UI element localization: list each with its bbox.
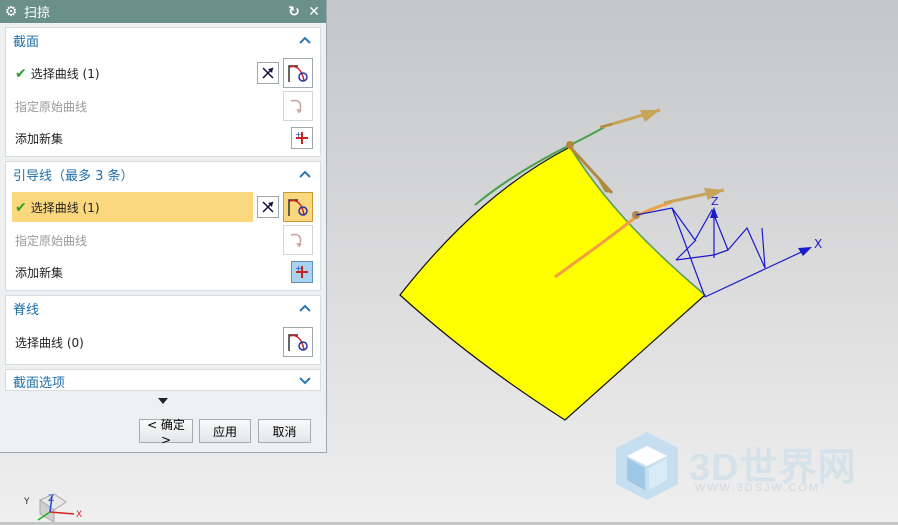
chevron-down-icon[interactable]	[298, 374, 312, 388]
section-header[interactable]: 截面	[6, 28, 320, 52]
wcs-z-label: Z	[711, 195, 719, 208]
chevron-up-icon[interactable]	[298, 301, 312, 315]
wcs-x-label: X	[814, 237, 822, 251]
gear-icon[interactable]: ⚙	[4, 4, 18, 20]
spine-header-label: 脊线	[13, 302, 40, 318]
cancel-button[interactable]: 取消	[258, 419, 311, 443]
section-group: 截面 ✔ 选择曲线 (1) 指定原始曲线 添加新集 +	[5, 27, 321, 157]
spine-select-curve-row[interactable]: 选择曲线 (0)	[9, 327, 317, 357]
guide-header[interactable]: 引导线（最多 3 条）	[6, 162, 320, 186]
section-add-set-label: 添加新集	[15, 131, 64, 146]
sweep-dialog: ⚙ 扫掠 ↻ ✕ 截面 ✔ 选择曲线 (1) 指定原始曲线 添加新集 + 引导线…	[0, 0, 327, 453]
reverse-direction-button[interactable]	[257, 196, 279, 218]
guide-add-set-label: 添加新集	[15, 265, 64, 280]
reset-icon[interactable]: ↻	[286, 4, 302, 20]
triad-z-label: Z	[48, 494, 54, 504]
guide-origin-curve-label: 指定原始曲线	[15, 233, 88, 248]
svg-text:+: +	[295, 130, 302, 139]
section-add-set-row[interactable]: 添加新集 +	[9, 123, 317, 153]
section-select-curve-label: 选择曲线 (1)	[30, 66, 100, 81]
direction-arrow-icon[interactable]	[599, 108, 661, 129]
guide-group: 引导线（最多 3 条） ✔ 选择曲线 (1) 指定原始曲线 添加新集 +	[5, 161, 321, 291]
svg-text:+: +	[295, 264, 302, 273]
chevron-up-icon[interactable]	[298, 167, 312, 181]
section-origin-curve-row[interactable]: 指定原始曲线	[9, 91, 317, 121]
curve-select-button[interactable]	[283, 327, 313, 357]
chevron-up-icon[interactable]	[298, 33, 312, 47]
section-options-group: 截面选项	[5, 369, 321, 391]
watermark: 3D世界网 WWW.3DSJW.COM	[612, 428, 882, 508]
view-triad[interactable]: Y Z X	[14, 490, 94, 523]
guide-select-curve-label: 选择曲线 (1)	[30, 200, 100, 215]
dialog-title: 扫掠	[24, 6, 51, 21]
triad-icon: Y Z X	[23, 493, 82, 523]
spine-select-curve-label: 选择曲线 (0)	[15, 335, 84, 350]
curve-select-button[interactable]	[283, 58, 313, 88]
triad-x-label: X	[76, 510, 82, 520]
add-new-set-button[interactable]: +	[291, 261, 313, 283]
spine-group: 脊线 选择曲线 (0)	[5, 295, 321, 365]
watermark-url: WWW.3DSJW.COM	[695, 482, 820, 494]
ok-button[interactable]: < 确定 >	[139, 418, 193, 447]
wcs-x-arrow-icon	[798, 247, 812, 256]
guide-origin-curve-row[interactable]: 指定原始曲线	[9, 225, 317, 255]
guide-select-curve-row[interactable]: ✔ 选择曲线 (1)	[9, 192, 317, 222]
section-options-header[interactable]: 截面选项	[6, 370, 320, 392]
origin-curve-button[interactable]	[283, 225, 313, 255]
apply-button[interactable]: 应用	[199, 419, 251, 443]
close-icon[interactable]: ✕	[306, 4, 322, 20]
section-origin-curve-label: 指定原始曲线	[15, 99, 88, 114]
dialog-titlebar[interactable]: ⚙ 扫掠 ↻ ✕	[0, 0, 326, 23]
check-icon: ✔	[15, 199, 27, 216]
guide-add-set-row[interactable]: 添加新集 +	[9, 257, 317, 287]
curve-select-button[interactable]	[283, 192, 313, 222]
spine-header[interactable]: 脊线	[6, 296, 320, 320]
triad-y-label: Y	[23, 497, 30, 507]
section-options-header-label: 截面选项	[13, 375, 66, 391]
add-new-set-button[interactable]: +	[291, 127, 313, 149]
swept-surface[interactable]	[399, 146, 706, 421]
reverse-direction-button[interactable]	[257, 62, 279, 84]
check-icon: ✔	[15, 65, 27, 82]
section-select-curve-row[interactable]: ✔ 选择曲线 (1)	[9, 58, 317, 88]
section-header-label: 截面	[13, 34, 40, 50]
guide-header-label: 引导线（最多 3 条）	[13, 168, 134, 184]
triangle-down-icon	[158, 398, 168, 404]
cube-logo-icon	[616, 432, 678, 500]
more-options-toggle[interactable]	[5, 393, 321, 409]
origin-curve-button[interactable]	[283, 91, 313, 121]
